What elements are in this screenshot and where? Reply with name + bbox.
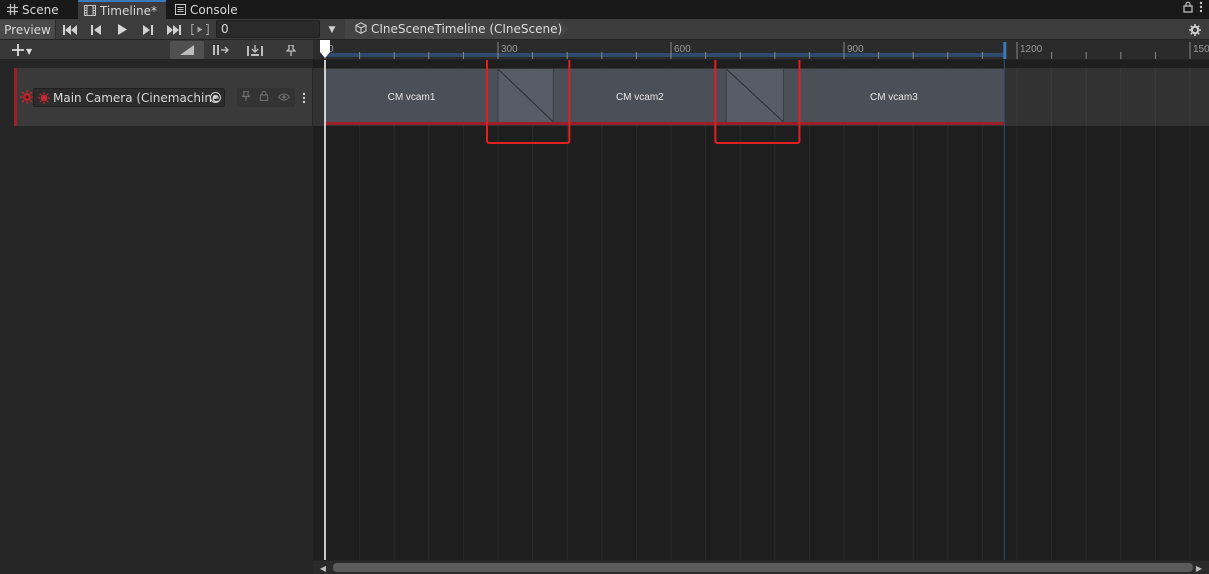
timeline-toolbar: Preview 0 ▼ CIneSceneTimeline (CIneScene… <box>0 19 1209 40</box>
track-header-toolbar: ▼ <box>0 40 313 60</box>
track-color-bar <box>325 122 1005 125</box>
track-controls <box>237 88 295 107</box>
pin-icon[interactable] <box>241 90 251 104</box>
ruler-label: 300 <box>501 44 518 55</box>
header-bottom-spacer <box>0 560 313 574</box>
timeline-canvas <box>313 60 1209 560</box>
tab-console[interactable]: Console <box>168 0 248 19</box>
add-track-button[interactable]: ▼ <box>12 40 32 60</box>
prev-frame-icon[interactable] <box>83 20 109 39</box>
scrollbar-thumb[interactable] <box>333 563 1193 572</box>
asset-name: CIneSceneTimeline (CIneScene) <box>371 22 563 36</box>
pin-icon[interactable] <box>274 41 308 59</box>
end-marker[interactable] <box>1003 42 1007 60</box>
play-range-icon[interactable] <box>187 20 213 39</box>
cube-icon <box>355 21 367 37</box>
skip-start-icon[interactable] <box>57 20 83 39</box>
tab-label: Timeline* <box>100 3 158 18</box>
preview-button[interactable]: Preview <box>0 20 56 39</box>
clip-label: CM vcam1 <box>387 92 436 103</box>
play-icon[interactable] <box>109 20 135 39</box>
horizontal-scrollbar[interactable]: ◀ ▶ <box>313 560 1209 574</box>
ruler-label: 600 <box>674 44 691 55</box>
ruler-label: 1200 <box>1020 44 1043 55</box>
next-frame-icon[interactable] <box>135 20 161 39</box>
clip-label: CM vcam2 <box>615 92 664 103</box>
time-ruler[interactable]: 030060090012001500 <box>313 40 1209 60</box>
clip-edit-mode-icon[interactable] <box>204 41 238 59</box>
frame-input[interactable]: 0 <box>216 20 320 38</box>
track-header-column: Main Camera (Cinemachine <box>0 60 313 560</box>
ripple-mode-icon[interactable] <box>170 41 204 59</box>
clip-label: CM vcam3 <box>869 92 918 103</box>
object-picker-icon[interactable] <box>210 92 221 103</box>
list-icon <box>174 4 186 16</box>
ruler-label: 900 <box>847 44 864 55</box>
tab-label: Console <box>190 2 238 17</box>
track-header-main-camera[interactable]: Main Camera (Cinemachine <box>14 68 312 126</box>
lock-icon[interactable] <box>260 91 268 104</box>
scroll-right-icon[interactable]: ▶ <box>1193 562 1205 574</box>
grid-icon <box>6 4 18 16</box>
lock-icon[interactable] <box>1183 1 1193 16</box>
chevron-down-icon: ▼ <box>26 46 33 56</box>
snap-mode-icon[interactable] <box>238 41 272 59</box>
tab-bar: Scene Timeline* Console <box>0 0 1209 19</box>
ruler-label: 1500 <box>1193 44 1209 55</box>
timeline-track-area[interactable]: CM vcam1 CM vcam2 CM vcam3 <box>313 60 1209 560</box>
gear-icon[interactable] <box>1189 20 1201 39</box>
scroll-left-icon[interactable]: ◀ <box>317 562 329 574</box>
skip-end-icon[interactable] <box>161 20 187 39</box>
plus-icon <box>12 41 24 60</box>
film-icon <box>84 5 96 17</box>
tab-scene[interactable]: Scene <box>0 0 76 19</box>
kebab-menu-icon[interactable] <box>1199 1 1203 16</box>
track-binding-label: Main Camera (Cinemachine <box>53 90 220 105</box>
tab-label: Scene <box>22 2 59 17</box>
track-binding-field[interactable]: Main Camera (Cinemachine <box>33 88 225 107</box>
track-menu-icon[interactable] <box>299 88 309 107</box>
timeline-asset-breadcrumb[interactable]: CIneSceneTimeline (CIneScene) <box>345 19 569 39</box>
chevron-down-icon[interactable]: ▼ <box>324 20 340 39</box>
window-controls <box>1183 1 1203 16</box>
tab-timeline[interactable]: Timeline* <box>78 0 166 19</box>
camera-icon <box>37 91 50 104</box>
cinemachine-track-icon <box>20 90 34 104</box>
eye-icon[interactable] <box>277 91 291 104</box>
ruler-ticks: 030060090012001500 <box>320 40 1209 60</box>
